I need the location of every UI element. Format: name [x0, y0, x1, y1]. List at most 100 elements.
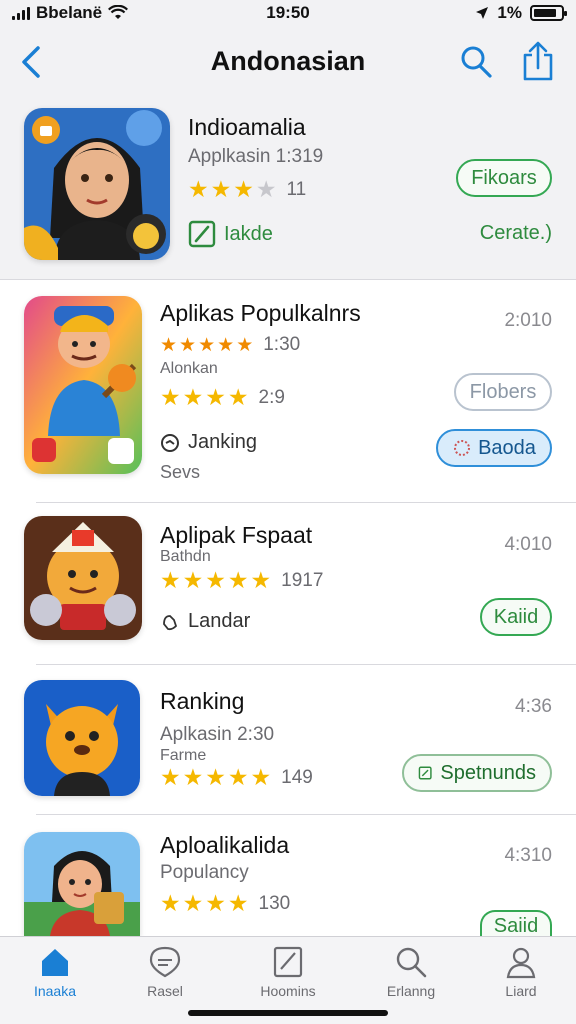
star-icon: ★: [250, 764, 272, 790]
app-subtitle: Aplkasin 2:30: [160, 724, 275, 745]
star-icon: ★: [160, 384, 181, 410]
search-icon: [461, 46, 492, 78]
edit-icon: [188, 220, 216, 248]
tab-label: Liard: [505, 983, 537, 999]
search-icon: [396, 947, 427, 978]
battery-icon: [530, 5, 567, 21]
tab-note[interactable]: Hoomins: [233, 945, 343, 999]
share-icon: [523, 41, 553, 81]
app-icon[interactable]: [24, 516, 142, 640]
star-icon: ★: [205, 890, 226, 916]
star-icon: ★: [198, 334, 216, 356]
star-icon: ★: [160, 334, 178, 356]
tab-label: Erlanng: [386, 983, 436, 999]
status-right: 1%: [475, 3, 567, 23]
star-icon: ★: [179, 334, 197, 356]
divider: [36, 502, 576, 503]
tab-label: Rasel: [147, 983, 183, 999]
featured-app-card[interactable]: Indioamalia Applkasin 1:319 ★ ★ ★ ★ 11 Iakd…: [0, 98, 576, 280]
app-rating-count: 1917: [281, 569, 324, 591]
featured-action-button[interactable]: Fikoars: [456, 159, 552, 197]
star-icon: ★: [210, 176, 232, 202]
star-icon: ★: [227, 567, 249, 593]
divider: [36, 814, 576, 815]
app-rating: ★ ★ ★ ★ 130: [160, 892, 290, 915]
star-icon: ★: [233, 176, 254, 202]
featured-app-name: Indioamalia: [188, 114, 306, 140]
star-icon: ★: [182, 764, 204, 790]
location-icon: [476, 7, 489, 19]
app-rating-primary: ★ ★ ★ ★ ★ 1:30: [160, 334, 300, 356]
hand-icon: [163, 614, 178, 630]
app-rating: ★ ★ ★ ★ 2:9: [160, 386, 285, 409]
app-action-label: Baoda: [478, 436, 536, 459]
app-line: 1:30: [263, 334, 301, 355]
tag-icon: [149, 946, 181, 978]
app-icon[interactable]: [24, 680, 140, 796]
person-icon: [506, 947, 536, 979]
app-rating-count: 2:9: [258, 386, 285, 408]
app-action-button[interactable]: Baoda: [436, 429, 552, 467]
star-icon: ★: [160, 764, 181, 790]
featured-link[interactable]: Cerate.): [480, 222, 552, 245]
star-icon: ★: [217, 334, 235, 356]
app-subtitle: Alonkan: [160, 360, 218, 377]
star-icon: ★: [205, 764, 226, 790]
app-secondary-button[interactable]: Flobers: [454, 373, 552, 411]
app-tag-label: Landar: [188, 610, 251, 632]
back-button[interactable]: [14, 42, 50, 82]
app-meta: 4:310: [504, 845, 552, 866]
tab-tag[interactable]: Rasel: [110, 945, 220, 999]
star-icon: ★: [205, 384, 226, 410]
app-name: Aplipak Fspaat: [160, 522, 313, 548]
app-rating: ★ ★ ★ ★ ★ 149: [160, 766, 313, 789]
featured-app-icon[interactable]: [24, 108, 170, 260]
app-meta: 2:010: [504, 310, 552, 331]
battery-percent: 1%: [497, 3, 522, 22]
app-subtitle: Bathdn: [160, 548, 211, 565]
app-name: Ranking: [160, 688, 245, 714]
star-icon: ★: [227, 384, 249, 410]
tab-profile[interactable]: Liard: [466, 945, 576, 999]
star-icon: ★: [250, 567, 272, 593]
app-category: Farme: [160, 747, 207, 764]
tab-search[interactable]: Erlanng: [356, 945, 466, 999]
star-empty-icon: ★: [255, 176, 277, 202]
featured-tag[interactable]: Iakde: [188, 220, 273, 248]
search-button[interactable]: [458, 43, 494, 81]
app-icon[interactable]: [24, 296, 142, 474]
app-action-button[interactable]: Spetnunds: [402, 754, 552, 792]
badge-icon: [454, 440, 471, 456]
tab-home[interactable]: Inaaka: [0, 945, 110, 999]
star-icon: ★: [227, 764, 249, 790]
status-bar: Bbelanë 19:50 1%: [0, 0, 576, 26]
app-icon[interactable]: [24, 832, 140, 936]
home-icon: [42, 949, 68, 976]
app-tag[interactable]: Landar: [160, 610, 250, 633]
star-icon: ★: [182, 384, 204, 410]
star-icon: ★: [205, 567, 226, 593]
app-tag-label: Janking: [188, 431, 257, 453]
featured-app-subtitle: Applkasin 1:319: [188, 146, 324, 167]
app-rating-count: 149: [281, 766, 313, 788]
app-name: Aplikas Populkalnrs: [160, 300, 361, 326]
chevron-left-icon: [22, 46, 40, 78]
app-subtitle: Populancy: [160, 862, 249, 883]
app-name: Aploalikalida: [160, 832, 290, 858]
app-action-button[interactable]: Kaiid: [480, 598, 552, 636]
edit-icon: [418, 766, 432, 780]
app-meta: 4:36: [515, 696, 552, 717]
share-button[interactable]: [520, 40, 556, 82]
tab-label: Inaaka: [33, 983, 77, 999]
app-tag[interactable]: Janking: [160, 431, 257, 454]
star-icon: ★: [160, 567, 181, 593]
divider: [36, 664, 576, 665]
featured-rating-count: 11: [286, 178, 307, 200]
tab-label: Hoomins: [260, 983, 316, 999]
home-indicator: [188, 1010, 388, 1016]
app-rating: ★ ★ ★ ★ ★ 1917: [160, 569, 323, 592]
featured-tag-label: Iakde: [224, 222, 273, 245]
clock-icon: [161, 433, 179, 452]
featured-rating: ★ ★ ★ ★ 11: [188, 178, 306, 201]
app-action-label: Spetnunds: [440, 761, 536, 784]
